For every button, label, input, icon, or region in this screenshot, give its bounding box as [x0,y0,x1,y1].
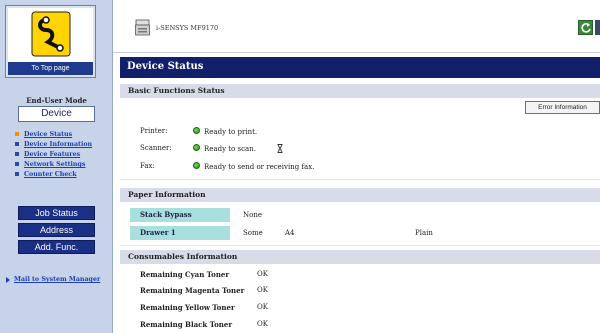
paper-source-name: Stack Bypass [130,208,230,222]
section-divider [120,245,600,246]
hourglass-icon [277,138,283,153]
toner-value: OK [257,270,268,278]
status-message: Ready to print. [204,128,258,136]
address-button[interactable]: Address [18,223,95,237]
device-button[interactable]: Device [18,106,95,122]
device-name: i-SENSYS MF9170 [156,24,219,32]
status-message: Ready to scan. [204,145,256,153]
nav-item-counter-check[interactable]: Counter Check [14,171,110,178]
nav-item-device-features[interactable]: Device Features [14,151,110,158]
arrow-right-icon [6,277,10,283]
toner-name: Remaining Magenta Toner [140,286,245,295]
page-title: Device Status [127,61,204,72]
green-status-icon [193,144,200,151]
refresh-button[interactable] [578,20,593,35]
toner-name: Remaining Yellow Toner [140,303,235,312]
nav-link-device-status[interactable]: Device Status [24,131,72,138]
status-label: Printer: [140,127,168,135]
green-status-icon [193,162,200,169]
toner-value: OK [257,286,268,294]
bullet-icon [15,172,19,176]
header-divider [113,52,600,53]
refresh-icon [581,23,591,33]
remote-ui-logo [8,8,93,62]
paper-source-name: Drawer 1 [130,226,230,240]
job-status-button[interactable]: Job Status [18,206,95,220]
logo-panel: To Top page [5,5,96,78]
toner-value: OK [257,303,268,311]
section-paper-information: Paper Information [120,188,600,202]
paper-level: Some [243,229,263,237]
nav-item-network-settings[interactable]: Network Settings [14,161,110,168]
section-divider [120,179,600,180]
nav-link-network-settings[interactable]: Network Settings [24,161,85,168]
status-label: Scanner: [140,144,172,152]
status-message: Ready to send or receiving fax. [204,163,315,171]
paper-type: Plain [415,229,433,237]
mode-label: End-User Mode [26,96,87,105]
error-information-button[interactable]: Error Information [525,101,600,114]
bullet-icon [15,162,19,166]
bullet-icon [15,152,19,156]
header-edge-button[interactable] [595,20,600,35]
nav-link-device-features[interactable]: Device Features [24,151,80,158]
device-nav-list: Device Status Device Information Device … [14,131,110,181]
toner-name: Remaining Black Toner [140,320,233,329]
paper-level: None [243,211,262,219]
section-consumables: Consumables Information [120,250,600,264]
status-label: Fax: [140,162,155,170]
nav-item-device-status[interactable]: Device Status [14,131,110,138]
mail-to-manager[interactable]: Mail to System Manager [6,276,106,283]
green-status-icon [193,127,200,134]
toner-value: OK [257,320,268,328]
header: i-SENSYS MF9170 [113,0,600,55]
nav-link-counter-check[interactable]: Counter Check [24,171,77,178]
main-content: Device Status Basic Functions Status Err… [120,57,600,333]
active-bullet-icon [15,132,19,136]
nav-link-device-information[interactable]: Device Information [24,141,92,148]
sidebar: To Top page End-User Mode Device Device … [0,0,113,333]
mail-link[interactable]: Mail to System Manager [14,276,100,283]
printer-icon [135,18,150,38]
bullet-icon [15,142,19,146]
page-title-bar: Device Status [120,57,600,78]
toner-name: Remaining Cyan Toner [140,270,230,279]
paper-size: A4 [285,229,295,237]
section-basic-functions: Basic Functions Status [120,84,600,98]
top-page-button[interactable]: To Top page [8,62,93,75]
nav-item-device-information[interactable]: Device Information [14,141,110,148]
add-func-button[interactable]: Add. Func. [18,240,95,254]
